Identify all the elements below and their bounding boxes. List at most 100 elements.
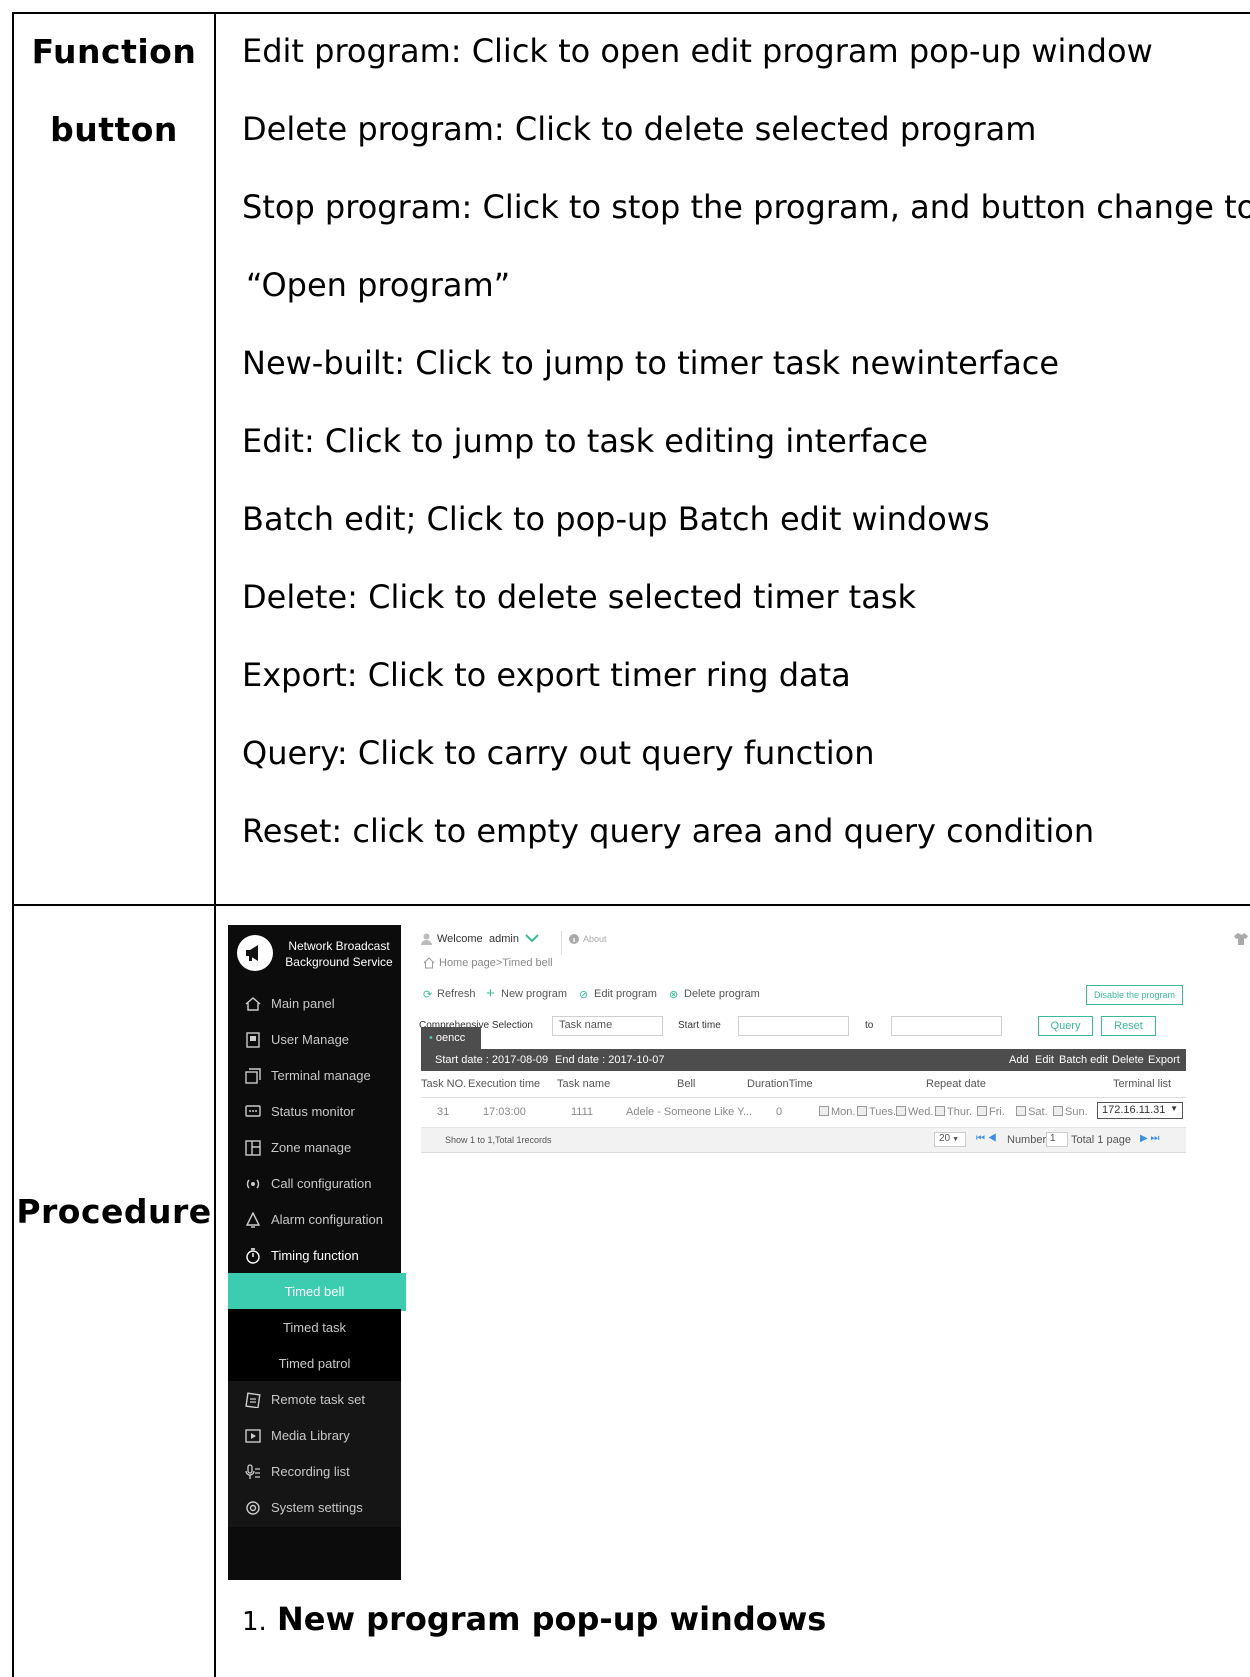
day-label: Wed. xyxy=(908,1106,934,1118)
nav-recording-list[interactable]: Recording list xyxy=(228,1453,401,1491)
day-fri[interactable]: Fri. xyxy=(977,1106,1005,1118)
day-sun[interactable]: Sun. xyxy=(1053,1106,1088,1118)
text-line-reset: Reset: click to empty query area and que… xyxy=(242,812,1095,850)
cell-task-name: 1111 xyxy=(571,1106,594,1118)
subnav-timed-bell[interactable]: Timed bell xyxy=(228,1273,406,1311)
nav-label: Remote task set xyxy=(271,1392,365,1407)
nav-label: Main panel xyxy=(271,996,335,1011)
nav-label: Timing function xyxy=(271,1248,359,1263)
nav-remote-task-set[interactable]: Remote task set xyxy=(228,1381,401,1419)
about-link[interactable]: About xyxy=(583,934,607,944)
action-batch-edit[interactable]: Batch edit xyxy=(1059,1054,1108,1066)
text-line-open-program: “Open program” xyxy=(246,266,511,304)
nav-label: Status monitor xyxy=(271,1104,355,1119)
action-export[interactable]: Export xyxy=(1148,1054,1180,1066)
nav-main-panel[interactable]: Main panel xyxy=(228,985,401,1023)
page-number-input[interactable]: 1 xyxy=(1046,1132,1068,1147)
nav-timing-function[interactable]: Timing function xyxy=(228,1237,401,1275)
page-size-value: 20 xyxy=(939,1133,951,1144)
home-icon xyxy=(423,957,435,969)
day-tues[interactable]: Tues. xyxy=(857,1106,896,1118)
bell-icon xyxy=(245,1212,261,1228)
brand-line2: Background Service xyxy=(285,955,393,969)
text-line-stop-program: Stop program: Click to stop the program,… xyxy=(242,188,1250,226)
nav-terminal-manage[interactable]: Terminal manage xyxy=(228,1057,401,1095)
text-line-query: Query: Click to carry out query function xyxy=(242,734,875,772)
username[interactable]: admin xyxy=(489,933,519,945)
day-wed[interactable]: Wed. xyxy=(896,1106,933,1118)
query-button[interactable]: Query xyxy=(1038,1016,1093,1036)
disable-program-button[interactable]: Disable the program xyxy=(1086,985,1183,1005)
nav-user-manage[interactable]: User Manage xyxy=(228,1021,401,1059)
refresh-button[interactable]: Refresh xyxy=(437,988,476,1000)
text-line-export: Export: Click to export timer ring data xyxy=(242,656,851,694)
close-circle-icon: ⊗ xyxy=(669,989,679,1001)
terminal-select[interactable]: 172.16.11.31 ▼ xyxy=(1097,1102,1183,1119)
chevron-down-icon[interactable] xyxy=(525,933,539,943)
nav-system-settings[interactable]: System settings xyxy=(228,1489,401,1527)
nav-label: Alarm configuration xyxy=(271,1212,383,1227)
col-duration: DurationTime xyxy=(747,1078,813,1090)
day-label: Thur. xyxy=(947,1106,973,1118)
nav-label: Terminal manage xyxy=(271,1068,371,1083)
table-footer: Show 1 to 1,Total 1records 20 ▼ ⏮ ◀ Numb… xyxy=(421,1128,1186,1153)
nav-label: Timed patrol xyxy=(278,1356,351,1371)
reset-button[interactable]: Reset xyxy=(1101,1016,1156,1036)
text-line-batch-edit: Batch edit; Click to pop-up Batch edit w… xyxy=(242,500,990,538)
action-delete[interactable]: Delete xyxy=(1112,1054,1144,1066)
column-divider xyxy=(214,12,216,1677)
start-time-input[interactable] xyxy=(738,1016,849,1036)
day-label: Sat. xyxy=(1028,1106,1048,1118)
col-terminal-list: Terminal list xyxy=(1113,1078,1172,1090)
shirt-icon[interactable] xyxy=(1234,933,1248,945)
task-name-input[interactable]: Task name xyxy=(552,1016,663,1036)
breadcrumb[interactable]: Home page>Timed bell xyxy=(439,957,553,969)
nav-call-configuration[interactable]: Call configuration xyxy=(228,1165,401,1203)
zone-icon xyxy=(245,1140,261,1156)
home-icon xyxy=(245,997,261,1011)
next-last-page-icon[interactable]: ▶ ⏭ xyxy=(1140,1133,1159,1144)
col-repeat-date: Repeat date xyxy=(926,1078,986,1090)
dropdown-arrow-icon: ▼ xyxy=(950,1136,959,1143)
table-row[interactable]: 31 17:03:00 1111 Adele - Someone Like Y.… xyxy=(421,1097,1186,1128)
col-bell: Bell xyxy=(677,1078,696,1090)
start-time-label: Start time xyxy=(678,1020,721,1031)
main-area: Welcome admin About Home page>Timed bell… xyxy=(401,925,1250,1580)
nav-media-library[interactable]: Media Library xyxy=(228,1417,401,1455)
day-sat[interactable]: Sat. xyxy=(1016,1106,1048,1118)
brand-line1: Network Broadcast xyxy=(288,939,390,953)
nav-zone-manage[interactable]: Zone manage xyxy=(228,1129,401,1167)
cell-time: 17:03:00 xyxy=(483,1106,526,1118)
checkbox-icon xyxy=(1053,1106,1063,1116)
microphone-icon xyxy=(245,1464,260,1479)
signal-icon xyxy=(246,1179,260,1189)
delete-program-button[interactable]: Delete program xyxy=(684,988,760,1000)
nav-label: Zone manage xyxy=(271,1140,352,1155)
timer-icon xyxy=(246,1248,260,1264)
subnav-timed-patrol[interactable]: Timed patrol xyxy=(228,1345,401,1383)
nav-status-monitor[interactable]: Status monitor xyxy=(228,1093,401,1131)
new-program-button[interactable]: New program xyxy=(501,988,567,1000)
action-edit[interactable]: Edit xyxy=(1035,1054,1054,1066)
first-prev-page-icon[interactable]: ⏮ ◀ xyxy=(976,1133,997,1144)
day-mon[interactable]: Mon. xyxy=(819,1106,855,1118)
nav-label: Timed bell xyxy=(284,1284,345,1299)
nav-label: User Manage xyxy=(271,1032,350,1047)
nav-label: Recording list xyxy=(271,1464,350,1479)
edit-program-button[interactable]: Edit program xyxy=(594,988,657,1000)
checkbox-icon xyxy=(896,1106,906,1116)
page-size-select[interactable]: 20 ▼ xyxy=(934,1132,966,1147)
row-divider xyxy=(12,904,1250,906)
subnav-timed-task[interactable]: Timed task xyxy=(228,1309,401,1347)
tab-oencc[interactable]: • oencc xyxy=(421,1027,481,1049)
day-thur[interactable]: Thur. xyxy=(935,1106,972,1118)
tab-label: oencc xyxy=(435,1032,466,1044)
chat-icon xyxy=(245,1105,261,1117)
end-time-input[interactable] xyxy=(891,1016,1002,1036)
text-line-edit: Edit: Click to jump to task editing inte… xyxy=(242,422,929,460)
terminal-icon xyxy=(245,1068,261,1084)
action-add[interactable]: Add xyxy=(1009,1054,1029,1066)
nav-alarm-configuration[interactable]: Alarm configuration xyxy=(228,1201,401,1239)
check-circle-icon: ⊘ xyxy=(579,989,589,1001)
col-task-no: Task NO. xyxy=(421,1078,467,1090)
